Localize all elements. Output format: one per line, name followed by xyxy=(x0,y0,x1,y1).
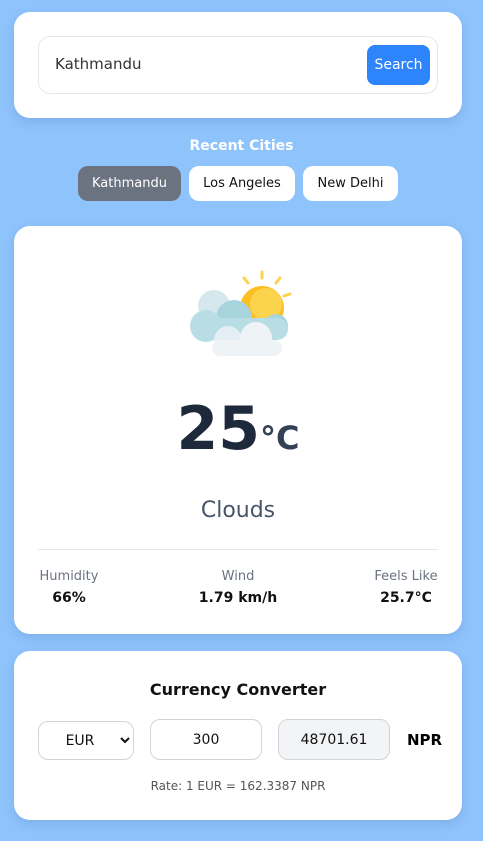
stat-label: Feels Like xyxy=(374,569,438,584)
weather-card: 25°C Clouds Humidity 66% Wind 1.79 km/h Fe… xyxy=(14,226,462,634)
stat-feels-like: Feels Like 25.7°C xyxy=(374,569,438,606)
exchange-rate: Rate: 1 EUR = 162.3387 NPR xyxy=(150,779,326,793)
recent-city-new-delhi[interactable]: New Delhi xyxy=(303,166,398,201)
currency-title: Currency Converter xyxy=(149,680,327,699)
stat-wind: Wind 1.79 km/h xyxy=(188,569,288,606)
recent-cities-title: Recent Cities xyxy=(189,138,294,154)
temperature-value: 25 xyxy=(176,394,261,464)
divider xyxy=(38,549,438,550)
recent-city-kathmandu[interactable]: Kathmandu xyxy=(78,166,181,201)
search-box: Search xyxy=(38,36,438,94)
recent-city-los-angeles[interactable]: Los Angeles xyxy=(189,166,295,201)
converted-amount-output xyxy=(278,719,390,760)
stat-humidity: Humidity 66% xyxy=(38,569,100,606)
stat-value: 1.79 km/h xyxy=(198,590,278,606)
temperature: 25°C xyxy=(14,394,462,464)
from-currency-select[interactable]: EUR xyxy=(38,721,134,760)
currency-card: Currency Converter EUR NPR Rate: 1 EUR =… xyxy=(14,651,462,820)
stat-label: Wind xyxy=(221,569,255,584)
target-currency-label: NPR xyxy=(407,731,443,749)
search-button[interactable]: Search xyxy=(367,45,430,85)
weather-condition: Clouds xyxy=(200,498,276,523)
sun-behind-clouds-icon xyxy=(190,270,292,356)
stat-value: 66% xyxy=(52,590,86,606)
stat-label: Humidity xyxy=(39,569,99,584)
amount-input[interactable] xyxy=(150,719,262,760)
temperature-unit: °C xyxy=(260,419,300,457)
stat-value: 25.7°C xyxy=(380,590,432,606)
city-search-input[interactable] xyxy=(55,55,355,73)
search-card: Search xyxy=(14,12,462,118)
